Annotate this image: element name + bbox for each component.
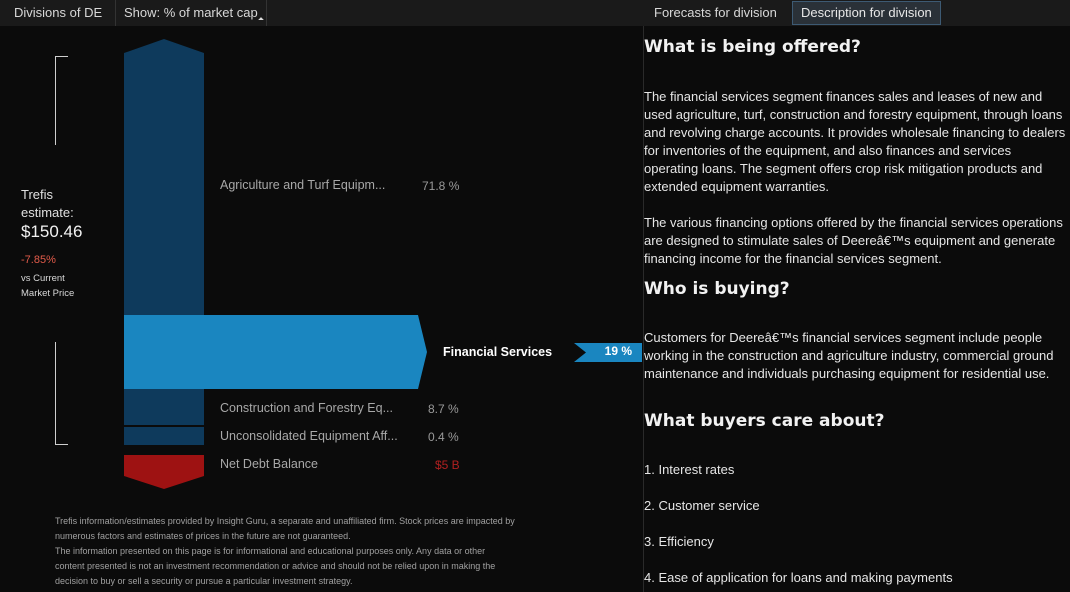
- care-list-item: 4. Ease of application for loans and mak…: [644, 570, 953, 585]
- financial-services-pct: 19 %: [574, 343, 642, 362]
- paragraph-buying: Customers for Deereâ€™s financial servic…: [644, 330, 1054, 381]
- segment-bar-construction[interactable]: [124, 389, 204, 425]
- segment-label-agriculture[interactable]: Agriculture and Turf Equipm...: [220, 178, 385, 192]
- paragraph-offered-1: The financial services segment finances …: [644, 89, 1066, 194]
- segment-bar-agriculture[interactable]: [124, 39, 204, 315]
- segment-label-unconsolidated[interactable]: Unconsolidated Equipment Aff...: [220, 429, 398, 443]
- segment-value-agriculture: 71.8 %: [422, 179, 460, 193]
- segment-bar-financial-services[interactable]: [124, 315, 427, 389]
- heading-offered: What is being offered?: [644, 37, 861, 57]
- segment-bar-unconsolidated[interactable]: [124, 427, 204, 445]
- disclaimer-line: The information presented on this page i…: [55, 546, 486, 556]
- division-column-chart: [124, 39, 642, 489]
- disclaimer: Trefis information/estimates provided by…: [55, 514, 625, 589]
- tab-forecasts[interactable]: Forecasts for division: [646, 0, 785, 26]
- heading-buying: Who is buying?: [644, 279, 790, 299]
- heading-care: What buyers care about?: [644, 411, 885, 431]
- paragraph-offered-2: The various financing options offered by…: [644, 215, 1063, 266]
- segment-value-financial-services: 19 %: [604, 344, 632, 358]
- segment-label-financial-services[interactable]: Financial Services: [443, 345, 552, 359]
- segment-bar-net-debt[interactable]: [124, 455, 204, 489]
- care-list-item: 2. Customer service: [644, 498, 760, 513]
- disclaimer-line: content presented is not an investment r…: [55, 561, 496, 571]
- tab-description[interactable]: Description for division: [792, 1, 941, 25]
- disclaimer-line: decision to buy or sell a security or pu…: [55, 576, 353, 586]
- care-list-item: 1. Interest rates: [644, 462, 735, 477]
- disclaimer-line: numerous factors and estimates of prices…: [55, 531, 351, 541]
- care-list-item: 3. Efficiency: [644, 534, 714, 549]
- segment-value-construction: 8.7 %: [428, 402, 459, 416]
- disclaimer-line: Trefis information/estimates provided by…: [55, 516, 515, 526]
- segment-value-unconsolidated: 0.4 %: [428, 430, 459, 444]
- segment-value-net-debt: $5 B: [435, 458, 460, 472]
- segment-label-construction[interactable]: Construction and Forestry Eq...: [220, 401, 393, 415]
- segment-label-net-debt[interactable]: Net Debt Balance: [220, 457, 318, 471]
